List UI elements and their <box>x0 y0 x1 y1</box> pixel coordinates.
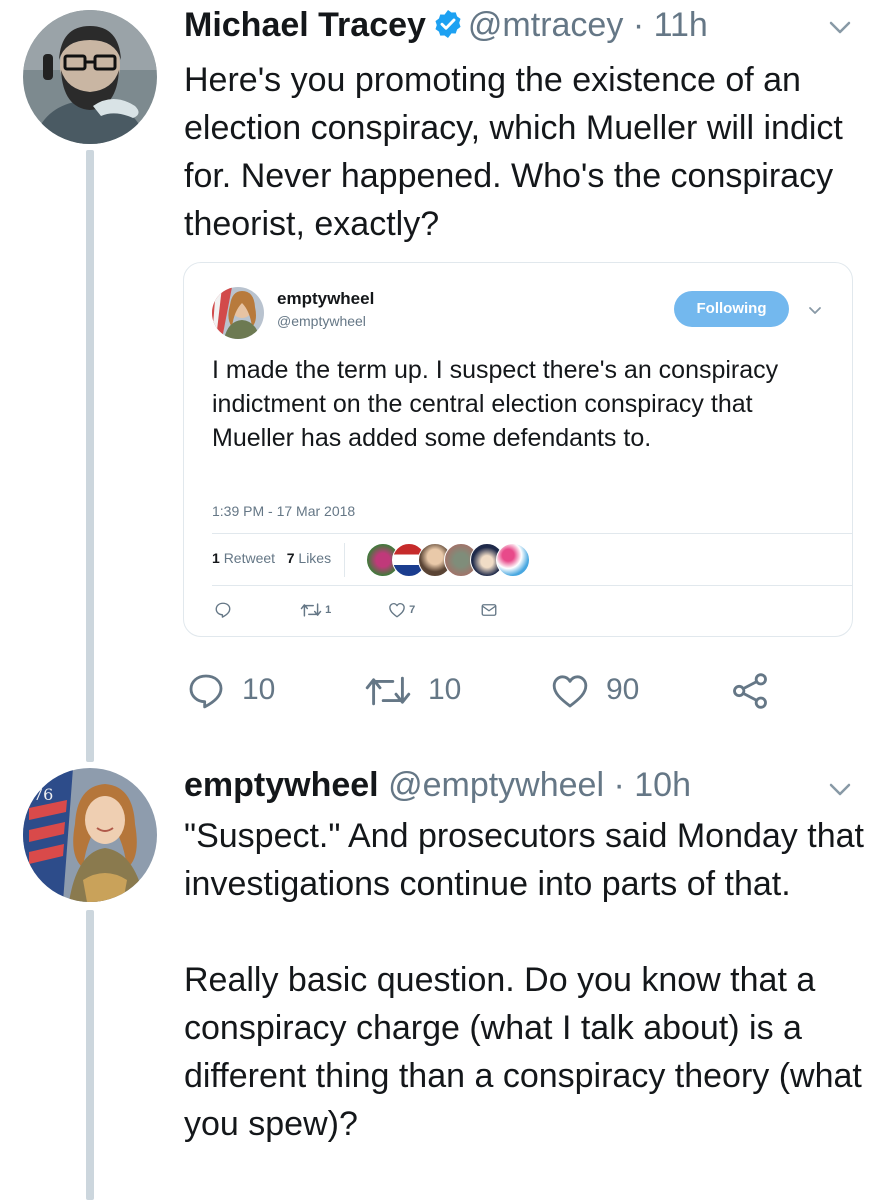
retweet-count: 1 <box>325 603 332 616</box>
like-count: 7 <box>409 603 416 616</box>
separator-dot: · <box>613 766 625 804</box>
divider <box>212 533 852 534</box>
retweet-label: Retweet <box>223 550 276 566</box>
quoted-retweet-button[interactable]: 1 <box>300 601 331 619</box>
tweet-time[interactable]: 11h <box>654 6 708 44</box>
quoted-timestamp[interactable]: 1:39 PM - 17 Mar 2018 <box>212 503 355 519</box>
author-name[interactable]: emptywheel <box>184 766 379 804</box>
following-button[interactable]: Following <box>674 291 789 327</box>
retweet-icon <box>365 676 411 706</box>
share-button[interactable] <box>728 668 788 712</box>
reply-count: 10 <box>242 673 276 706</box>
likes-stat[interactable]: 7 Likes <box>287 550 331 566</box>
quoted-avatar[interactable] <box>212 287 264 339</box>
author-name[interactable]: Michael Tracey <box>184 6 426 44</box>
author-handle[interactable]: @emptywheel <box>388 766 604 804</box>
quoted-author-name[interactable]: emptywheel <box>277 289 374 309</box>
tweet-header: emptywheel @emptywheel · 10h <box>184 764 691 806</box>
reply-button[interactable]: 10 <box>186 668 275 712</box>
tweet-text: Here's you promoting the existence of an… <box>184 61 843 243</box>
avatar-michael-tracey[interactable] <box>23 10 157 144</box>
likes-label: Likes <box>298 550 332 566</box>
quoted-like-button[interactable]: 7 <box>388 601 415 619</box>
separator-dot: · <box>632 6 645 44</box>
chevron-down-icon[interactable] <box>808 303 822 321</box>
tweet-header: Michael Tracey @mtracey · 11h <box>184 4 708 46</box>
like-count: 90 <box>606 673 640 706</box>
quoted-dm-button[interactable] <box>480 601 498 619</box>
envelope-icon <box>481 604 497 616</box>
share-icon <box>733 673 767 709</box>
divider <box>212 585 852 586</box>
chevron-down-icon[interactable] <box>828 782 852 803</box>
retweet-count: 10 <box>428 673 462 706</box>
chevron-down-icon[interactable] <box>828 20 852 41</box>
retweet-count: 1 <box>212 550 220 566</box>
quoted-engagement-stats: 1 Retweet 7 Likes <box>212 550 331 566</box>
author-handle[interactable]: @mtracey <box>468 6 623 44</box>
retweet-stat[interactable]: 1 Retweet <box>212 550 275 566</box>
quoted-tweet-text: I made the term up. I suspect there's an… <box>212 356 779 452</box>
quoted-reply-button[interactable] <box>214 601 232 619</box>
like-button[interactable]: 90 <box>550 668 639 712</box>
quoted-tweet-card[interactable]: emptywheel @emptywheel Following I made … <box>183 262 853 637</box>
tweet-time[interactable]: 10h <box>634 766 691 804</box>
thread-line-lower <box>86 910 94 1200</box>
svg-text:76: 76 <box>33 785 53 804</box>
likes-count: 7 <box>286 550 295 566</box>
divider <box>344 543 345 577</box>
quoted-author-handle[interactable]: @emptywheel <box>277 313 366 329</box>
tweet-text: "Suspect." And prosecutors said Monday t… <box>184 817 864 1143</box>
heart-icon <box>552 675 588 708</box>
thread-line-upper <box>86 150 94 762</box>
retweet-button[interactable]: 10 <box>364 668 461 712</box>
verified-badge-icon <box>432 8 464 50</box>
liker-avatar[interactable] <box>496 543 530 577</box>
reply-icon <box>189 674 223 709</box>
avatar-emptywheel[interactable]: 76 <box>23 768 157 902</box>
